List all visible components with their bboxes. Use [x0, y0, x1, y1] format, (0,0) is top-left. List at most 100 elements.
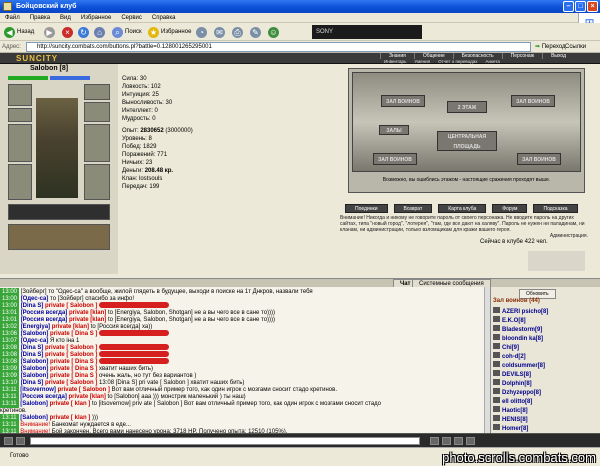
user-name[interactable]: AZERI psicho[8]	[502, 309, 548, 315]
return-button[interactable]: Возврат	[393, 204, 433, 213]
forum-button[interactable]: Форум	[492, 204, 528, 213]
menu-view[interactable]: Вид	[55, 13, 76, 23]
user-list-item[interactable]: Homer[8]	[493, 424, 528, 433]
maximize-button[interactable]: □	[575, 1, 586, 12]
game-nav: SUNCITY Знания Общение Безопасность Перс…	[0, 53, 600, 64]
avatar	[36, 98, 78, 198]
redaction-mark	[99, 330, 170, 337]
user-name[interactable]: ell olitto[8]	[502, 399, 532, 405]
armor-slot[interactable]	[8, 164, 32, 200]
room-hall-4[interactable]: ЗАЛ ВОИНОВ	[517, 153, 561, 165]
user-list-item[interactable]: Dolphin[8]	[493, 379, 532, 388]
hint-button[interactable]: Подсказка	[533, 204, 578, 213]
amulet-slot[interactable]	[84, 84, 110, 100]
messenger-button[interactable]: ☺	[268, 26, 279, 38]
stat-transfers: Передач: 199	[122, 184, 160, 190]
room-central-square[interactable]: ЦЕНТРАЛЬНАЯ ПЛОЩАДЬ	[437, 131, 497, 151]
stop-button[interactable]: ×	[62, 26, 73, 38]
favorites-button[interactable]: ★ Избранное	[148, 26, 191, 38]
room-hall-1[interactable]: ЗАЛ ВОИНОВ	[381, 95, 425, 107]
room-hall-3[interactable]: ЗАЛ ВОИНОВ	[373, 153, 417, 165]
user-list-item[interactable]: coh-d[2]	[493, 352, 526, 361]
room-floor-2[interactable]: 2 ЭТАЖ	[447, 101, 487, 113]
media-button[interactable]: ◔	[196, 26, 207, 38]
back-button[interactable]: ◀ Назад	[4, 26, 34, 38]
user-list-item[interactable]: Bladestorm[9]	[493, 325, 542, 334]
user-name[interactable]: HENIS[8]	[502, 417, 528, 423]
scrolls-slot[interactable]	[8, 224, 110, 250]
nav-exit[interactable]: Выход	[542, 53, 574, 59]
stat-intellect: Интеллект: 0	[122, 108, 158, 114]
room-hall-2[interactable]: ЗАЛ ВОИНОВ	[511, 95, 555, 107]
nav-character[interactable]: Персонаж	[501, 53, 542, 59]
smiles-icon[interactable]	[4, 437, 13, 445]
stat-strength: Сила: 30	[122, 76, 147, 82]
stat-clan: Клан: lostsouls	[122, 176, 163, 182]
mail-button[interactable]: ✉	[214, 26, 225, 38]
sound-icon[interactable]	[466, 437, 475, 445]
room-halls[interactable]: ЗАЛЫ	[379, 125, 409, 135]
user-list-item[interactable]: Dzhyzeppo[8]	[493, 388, 541, 397]
nav-transfers[interactable]: Отчет о переводах	[434, 59, 481, 64]
menu-favorites[interactable]: Избранное	[76, 13, 116, 23]
nav-skills[interactable]: Умения	[410, 59, 434, 64]
rings-slot[interactable]	[84, 102, 110, 122]
user-name[interactable]: DEVILS[8]	[502, 372, 531, 378]
close-button[interactable]: ×	[587, 1, 598, 12]
belt-slot[interactable]	[8, 204, 110, 220]
user-list-item[interactable]: AZERI psicho[8]	[493, 307, 548, 316]
search-button[interactable]: ⌕ Поиск	[112, 26, 142, 38]
minimize-button[interactable]: –	[563, 1, 574, 12]
links-button[interactable]: Ссылки	[565, 41, 586, 53]
filter-icon[interactable]	[454, 437, 463, 445]
shield-slot[interactable]	[84, 124, 110, 162]
user-name[interactable]: Homer[8]	[502, 426, 528, 432]
home-button[interactable]: ⌂	[94, 26, 105, 38]
print-button[interactable]: ⎙	[232, 26, 243, 38]
go-button[interactable]: ➡ Переход	[535, 42, 566, 52]
duels-button[interactable]: Поединки	[345, 204, 388, 213]
user-list-item[interactable]: ell olitto[8]	[493, 397, 532, 406]
warning-text: Внимание! Никогда и никому не говорите п…	[340, 215, 585, 233]
user-name[interactable]: Dolphin[8]	[502, 381, 532, 387]
menu-edit[interactable]: Правка	[25, 13, 55, 23]
send-icon[interactable]	[430, 437, 439, 445]
nav-inventory[interactable]: Инвентарь	[380, 59, 410, 64]
nav-profile[interactable]: Анкета	[482, 59, 504, 64]
user-list-item[interactable]: E.K.O[8]	[493, 316, 526, 325]
title-bar: Бойцовский клуб – □ ×	[0, 0, 600, 13]
user-name[interactable]: bloondin ka[8]	[502, 336, 543, 342]
user-list-item[interactable]: coldsummer[8]	[493, 361, 545, 370]
character-panel: Salobon [8]	[0, 64, 118, 274]
menu-file[interactable]: Файл	[0, 13, 25, 23]
user-list-item[interactable]: HENIS[8]	[493, 415, 528, 424]
user-list-item[interactable]: Haotic[8]	[493, 406, 528, 415]
user-name[interactable]: coh-d[2]	[502, 354, 526, 360]
menu-tools[interactable]: Сервис	[116, 13, 147, 23]
earrings-slot[interactable]	[8, 108, 32, 122]
translit-icon[interactable]	[16, 437, 25, 445]
clear-icon[interactable]	[442, 437, 451, 445]
user-name[interactable]: Chi[9]	[502, 345, 519, 351]
address-bar: Адрес: http://suncity.combats.com/button…	[0, 41, 600, 53]
user-list-item[interactable]: Chi[9]	[493, 343, 519, 352]
user-name[interactable]: coldsummer[8]	[502, 363, 545, 369]
club-map-button[interactable]: Карта клуба	[438, 204, 487, 213]
boots-slot[interactable]	[84, 164, 110, 200]
address-input[interactable]: http://suncity.combats.com/buttons.pl?ba…	[26, 42, 531, 52]
user-name[interactable]: Bladestorm[9]	[502, 327, 542, 333]
user-list-item[interactable]: bloondin ka[8]	[493, 334, 543, 343]
helmet-slot[interactable]	[8, 84, 32, 106]
weapon-slot[interactable]	[8, 124, 32, 162]
edit-button[interactable]: ✎	[250, 26, 261, 38]
user-name[interactable]: Haotic[8]	[502, 408, 528, 414]
menu-help[interactable]: Справка	[147, 13, 181, 23]
forward-button[interactable]: ▶	[44, 26, 55, 38]
refresh-button[interactable]: ↻	[78, 26, 89, 38]
user-list-item[interactable]: DEVILS[8]	[493, 370, 531, 379]
user-name[interactable]: E.K.O[8]	[502, 318, 526, 324]
media-icon: ◔	[196, 26, 207, 38]
user-name[interactable]: Dzhyzeppo[8]	[502, 390, 541, 396]
chat-input[interactable]	[30, 437, 420, 445]
clan-badge-icon	[493, 361, 500, 367]
